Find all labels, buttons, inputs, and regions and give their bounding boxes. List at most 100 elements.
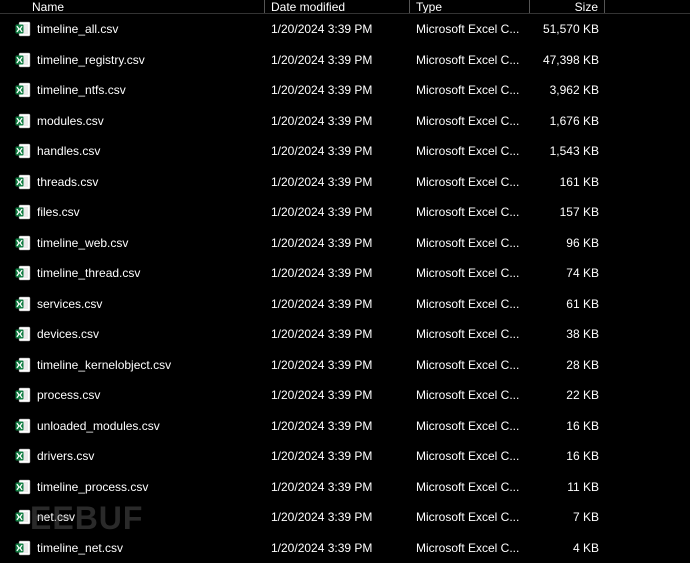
file-name-text: timeline_all.csv	[37, 22, 118, 36]
file-name-text: modules.csv	[37, 114, 104, 128]
file-date-cell: 1/20/2024 3:39 PM	[265, 266, 410, 280]
file-size-cell: 38 KB	[530, 327, 605, 341]
file-name-text: timeline_process.csv	[37, 480, 148, 494]
file-name-text: files.csv	[37, 205, 80, 219]
excel-file-icon	[15, 448, 31, 464]
file-type-cell: Microsoft Excel C...	[410, 205, 530, 219]
file-size-cell: 161 KB	[530, 175, 605, 189]
file-size-cell: 157 KB	[530, 205, 605, 219]
file-name-cell: unloaded_modules.csv	[0, 418, 265, 434]
file-size-cell: 74 KB	[530, 266, 605, 280]
file-row[interactable]: timeline_ntfs.csv 1/20/2024 3:39 PMMicros…	[0, 75, 690, 106]
file-row[interactable]: timeline_all.csv1/20/2024 3:39 PMMicroso…	[0, 14, 690, 45]
excel-file-icon	[15, 204, 31, 220]
file-type-cell: Microsoft Excel C...	[410, 327, 530, 341]
file-date-cell: 1/20/2024 3:39 PM	[265, 358, 410, 372]
file-size-cell: 3,962 KB	[530, 83, 605, 97]
file-type-cell: Microsoft Excel C...	[410, 144, 530, 158]
file-type-cell: Microsoft Excel C...	[410, 388, 530, 402]
file-row[interactable]: handles.csv1/20/2024 3:39 PMMicrosoft Ex…	[0, 136, 690, 167]
file-date-cell: 1/20/2024 3:39 PM	[265, 449, 410, 463]
column-header-name[interactable]: Name	[0, 0, 265, 13]
file-name-cell: net.csv	[0, 509, 265, 525]
file-name-text: timeline_ntfs.csv	[37, 83, 126, 97]
file-name-cell: modules.csv	[0, 113, 265, 129]
file-row[interactable]: files.csv1/20/2024 3:39 PMMicrosoft Exce…	[0, 197, 690, 228]
file-name-text: unloaded_modules.csv	[37, 419, 160, 433]
file-type-cell: Microsoft Excel C...	[410, 480, 530, 494]
file-size-cell: 1,543 KB	[530, 144, 605, 158]
file-date-cell: 1/20/2024 3:39 PM	[265, 327, 410, 341]
file-row[interactable]: timeline_net.csv1/20/2024 3:39 PMMicroso…	[0, 533, 690, 563]
file-row[interactable]: timeline_registry.csv 1/20/2024 3:39 PMMi…	[0, 45, 690, 76]
file-size-cell: 7 KB	[530, 510, 605, 524]
file-name-cell: timeline_process.csv	[0, 479, 265, 495]
file-row[interactable]: timeline_process.csv1/20/2024 3:39 PMMic…	[0, 472, 690, 503]
file-row[interactable]: devices.csv 1/20/2024 3:39 PMMicrosoft Ex…	[0, 319, 690, 350]
file-name-cell: timeline_registry.csv	[0, 52, 265, 68]
excel-file-icon	[15, 479, 31, 495]
file-list: Name Date modified Type Size timeline_al…	[0, 0, 690, 563]
file-name-text: drivers.csv	[37, 449, 94, 463]
file-type-cell: Microsoft Excel C...	[410, 53, 530, 67]
file-size-cell: 11 KB	[530, 480, 605, 494]
excel-file-icon	[15, 21, 31, 37]
file-type-cell: Microsoft Excel C...	[410, 22, 530, 36]
file-size-cell: 16 KB	[530, 419, 605, 433]
file-row[interactable]: net.csv1/20/2024 3:39 PMMicrosoft Excel …	[0, 502, 690, 533]
file-name-text: process.csv	[37, 388, 100, 402]
file-type-cell: Microsoft Excel C...	[410, 114, 530, 128]
file-date-cell: 1/20/2024 3:39 PM	[265, 388, 410, 402]
excel-file-icon	[15, 540, 31, 556]
excel-file-icon	[15, 174, 31, 190]
file-name-cell: files.csv	[0, 204, 265, 220]
file-date-cell: 1/20/2024 3:39 PM	[265, 83, 410, 97]
file-name-text: devices.csv	[37, 327, 99, 341]
file-date-cell: 1/20/2024 3:39 PM	[265, 236, 410, 250]
column-header-type[interactable]: Type	[410, 0, 530, 13]
column-header-row: Name Date modified Type Size	[0, 0, 690, 14]
file-date-cell: 1/20/2024 3:39 PM	[265, 419, 410, 433]
file-row[interactable]: timeline_kernelobject.csv1/20/2024 3:39 …	[0, 350, 690, 381]
file-date-cell: 1/20/2024 3:39 PM	[265, 53, 410, 67]
file-name-text: timeline_web.csv	[37, 236, 128, 250]
file-date-cell: 1/20/2024 3:39 PM	[265, 114, 410, 128]
excel-file-icon	[15, 418, 31, 434]
excel-file-icon	[15, 235, 31, 251]
file-type-cell: Microsoft Excel C...	[410, 419, 530, 433]
file-date-cell: 1/20/2024 3:39 PM	[265, 175, 410, 189]
file-size-cell: 16 KB	[530, 449, 605, 463]
file-row[interactable]: services.csv1/20/2024 3:39 PMMicrosoft E…	[0, 289, 690, 320]
file-name-cell: services.csv	[0, 296, 265, 312]
file-date-cell: 1/20/2024 3:39 PM	[265, 510, 410, 524]
excel-file-icon	[15, 326, 31, 342]
file-row[interactable]: timeline_web.csv 1/20/2024 3:39 PMMicroso…	[0, 228, 690, 259]
file-type-cell: Microsoft Excel C...	[410, 236, 530, 250]
file-name-cell: timeline_web.csv	[0, 235, 265, 251]
file-row[interactable]: modules.csv 1/20/2024 3:39 PMMicrosoft Ex…	[0, 106, 690, 137]
excel-file-icon	[15, 82, 31, 98]
column-header-date[interactable]: Date modified	[265, 0, 410, 13]
file-size-cell: 96 KB	[530, 236, 605, 250]
excel-file-icon	[15, 265, 31, 281]
file-type-cell: Microsoft Excel C...	[410, 358, 530, 372]
file-name-cell: timeline_thread.csv	[0, 265, 265, 281]
excel-file-icon	[15, 296, 31, 312]
file-name-text: timeline_registry.csv	[37, 53, 145, 67]
file-row[interactable]: timeline_thread.csv1/20/2024 3:39 PMMicr…	[0, 258, 690, 289]
column-header-size[interactable]: Size	[530, 0, 605, 13]
file-name-cell: timeline_all.csv	[0, 21, 265, 37]
excel-file-icon	[15, 143, 31, 159]
file-size-cell: 47,398 KB	[530, 53, 605, 67]
file-row[interactable]: drivers.csv1/20/2024 3:39 PMMicrosoft Ex…	[0, 441, 690, 472]
file-type-cell: Microsoft Excel C...	[410, 83, 530, 97]
file-row[interactable]: threads.csv1/20/2024 3:39 PMMicrosoft Ex…	[0, 167, 690, 198]
file-name-cell: threads.csv	[0, 174, 265, 190]
file-row[interactable]: unloaded_modules.csv 1/20/2024 3:39 PMMic…	[0, 411, 690, 442]
excel-file-icon	[15, 509, 31, 525]
file-name-cell: timeline_net.csv	[0, 540, 265, 556]
file-date-cell: 1/20/2024 3:39 PM	[265, 144, 410, 158]
file-type-cell: Microsoft Excel C...	[410, 297, 530, 311]
excel-file-icon	[15, 357, 31, 373]
file-row[interactable]: process.csv 1/20/2024 3:39 PMMicrosoft Ex…	[0, 380, 690, 411]
